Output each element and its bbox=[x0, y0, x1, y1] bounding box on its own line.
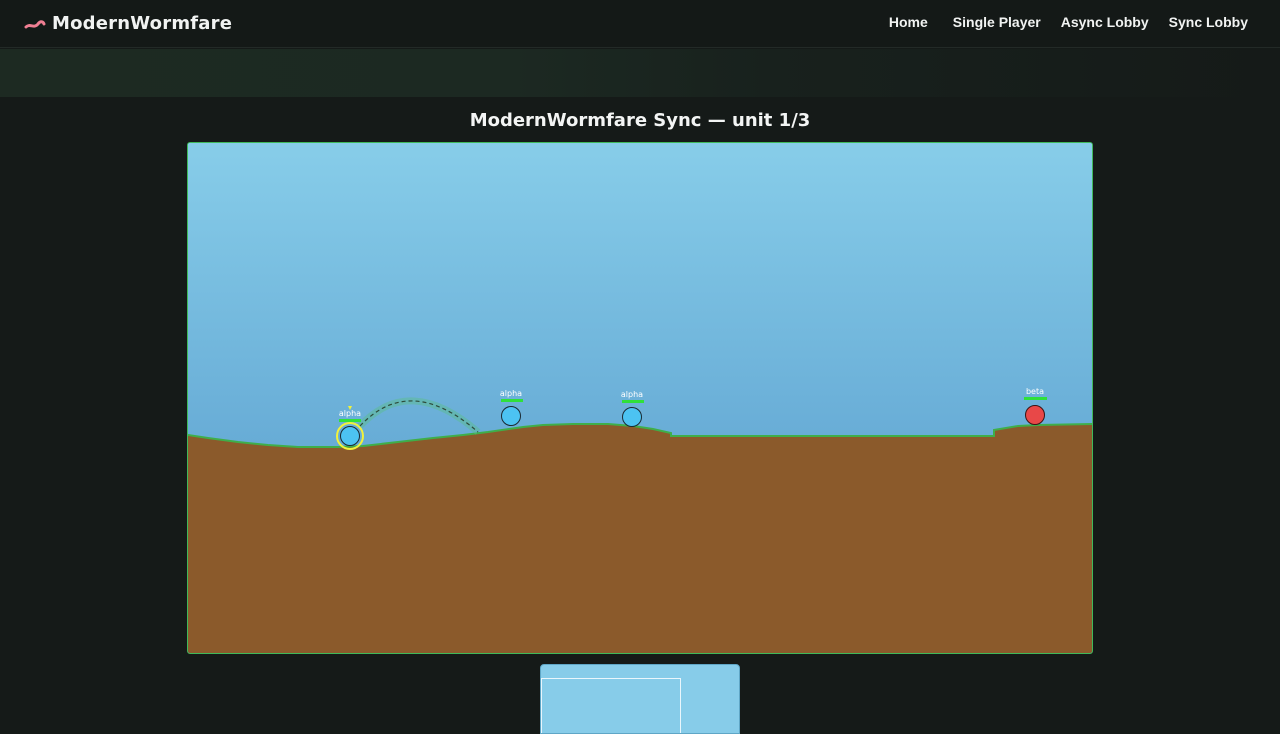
top-navbar: ModernWormfare Home Single Player Async … bbox=[0, 0, 1280, 48]
brand-name: ModernWormfare bbox=[52, 12, 233, 34]
nav-link-sync-lobby[interactable]: Sync Lobby bbox=[1169, 14, 1248, 30]
health-bar bbox=[1024, 397, 1047, 400]
nav-link-home[interactable]: Home bbox=[889, 14, 928, 30]
minimap[interactable] bbox=[540, 664, 740, 734]
worm-body bbox=[1025, 405, 1045, 425]
health-bar bbox=[622, 400, 644, 403]
worm-label: alpha bbox=[621, 390, 643, 399]
health-bar bbox=[501, 399, 523, 402]
worm-label: alpha bbox=[339, 409, 361, 418]
nav-link-single-player[interactable]: Single Player bbox=[953, 14, 1041, 30]
minimap-viewport[interactable] bbox=[541, 678, 681, 733]
brand[interactable]: ModernWormfare bbox=[24, 11, 232, 35]
worm-label: alpha bbox=[500, 389, 522, 398]
worm-body bbox=[340, 426, 360, 446]
worm-label: beta bbox=[1026, 387, 1044, 396]
worm-body bbox=[622, 407, 642, 427]
worm-logo-icon bbox=[24, 20, 46, 29]
game-scene: alpha alpha alpha beta bbox=[188, 143, 1092, 653]
nav-link-async-lobby[interactable]: Async Lobby bbox=[1061, 14, 1149, 30]
game-title: ModernWormfare Sync — unit 1/3 bbox=[469, 110, 811, 131]
nav-links: Home Single Player Async Lobby Sync Lobb… bbox=[889, 14, 1248, 30]
terrain bbox=[188, 424, 1092, 653]
banner-strip bbox=[0, 49, 1280, 97]
worm-body bbox=[501, 406, 521, 426]
game-canvas[interactable]: alpha alpha alpha beta bbox=[187, 142, 1093, 654]
health-bar bbox=[339, 419, 361, 422]
